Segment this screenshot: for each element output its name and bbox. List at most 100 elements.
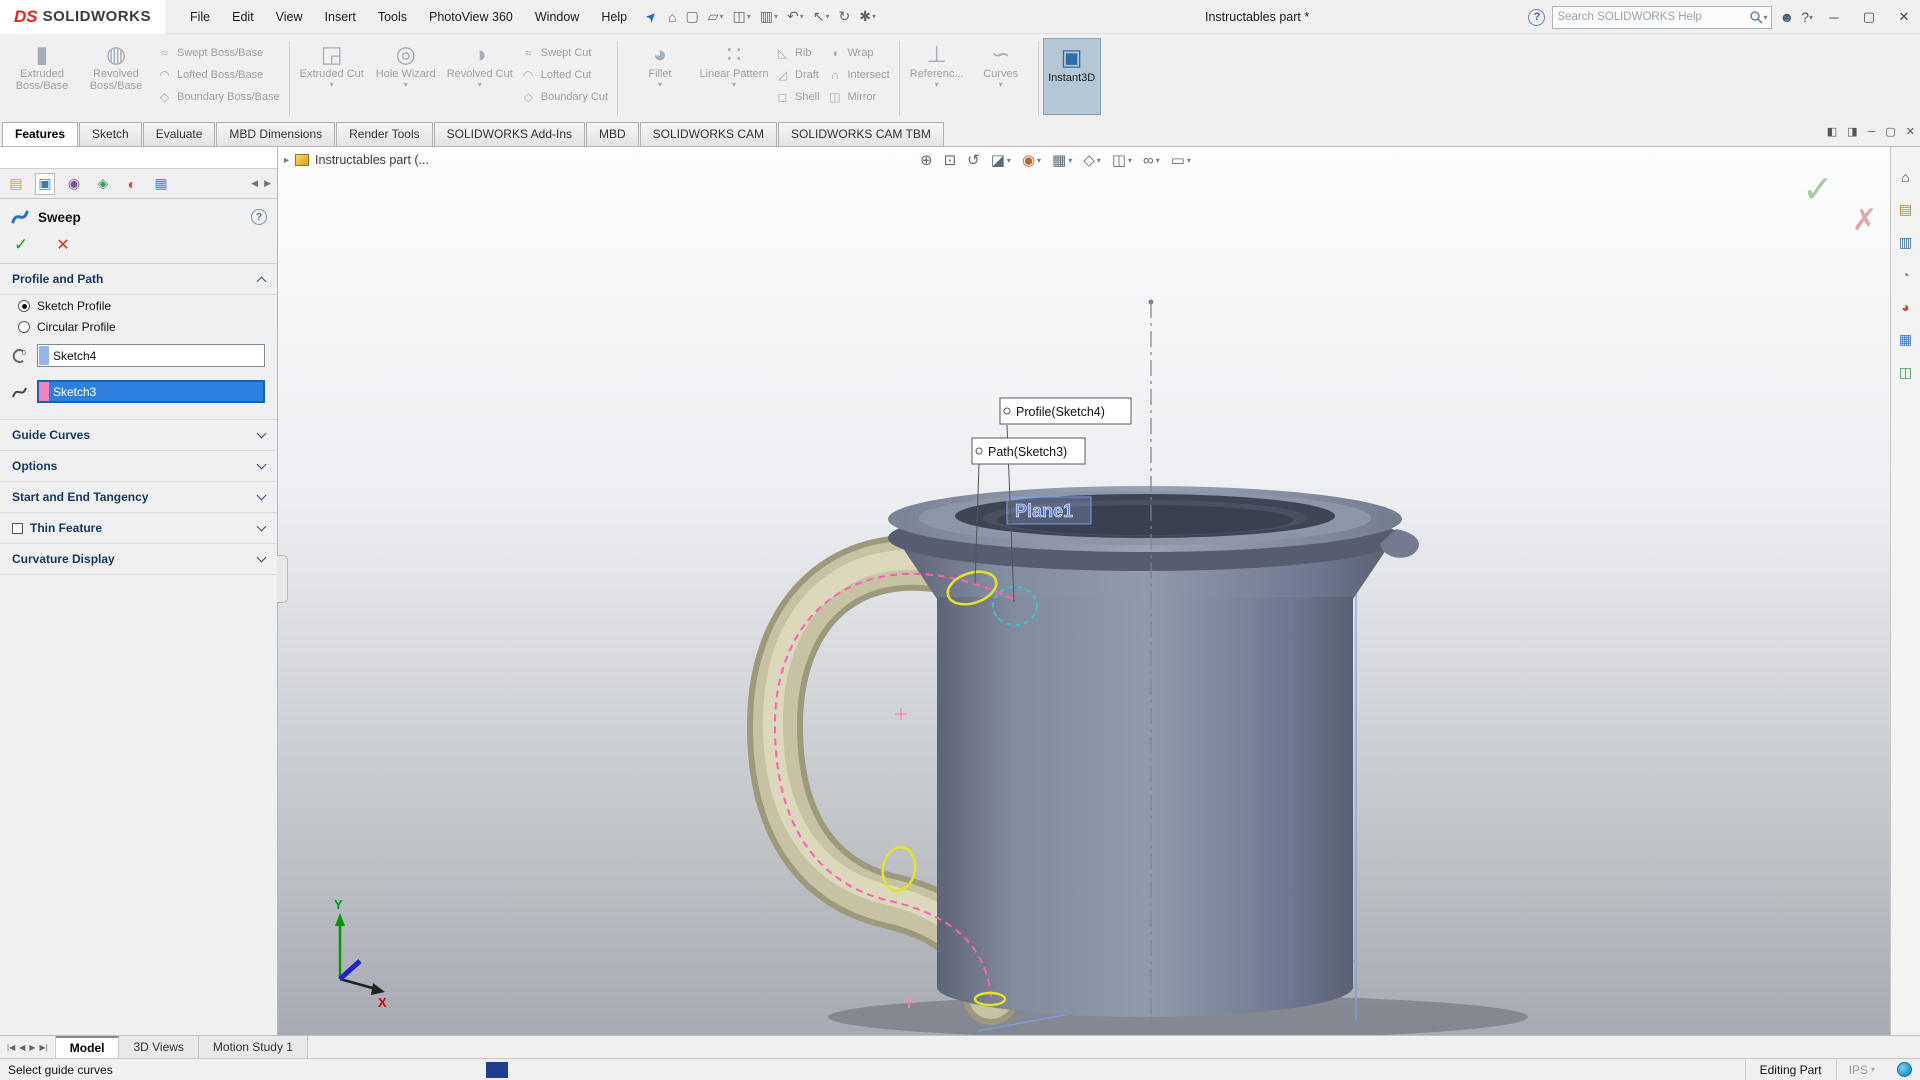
draft-button[interactable]: ◿Draft <box>775 68 819 82</box>
prev-tab-icon[interactable]: ◀ <box>19 1043 25 1052</box>
tab-solidworks-cam[interactable]: SOLIDWORKS CAM <box>640 122 777 146</box>
propertymanager-tab-icon[interactable]: ▣ <box>35 173 55 195</box>
tab-motion-study-1[interactable]: Motion Study 1 <box>199 1036 308 1058</box>
breadcrumb-expander-icon[interactable]: ▸ <box>284 155 289 166</box>
globe-icon[interactable] <box>1897 1062 1912 1077</box>
curves-button[interactable]: ∽ Curves ▾ <box>969 36 1033 121</box>
linear-pattern-button[interactable]: ∷ Linear Pattern ▾ <box>697 36 771 121</box>
tab-features[interactable]: Features <box>2 122 78 146</box>
pin-menu-icon[interactable]: ➤ <box>642 7 661 26</box>
display-style-icon[interactable]: ◫▾ <box>1112 151 1132 169</box>
breadcrumb-text[interactable]: Instructables part (... <box>315 153 429 167</box>
menu-tools[interactable]: Tools <box>367 0 418 34</box>
section-profile-and-path[interactable]: Profile and Path <box>0 264 277 295</box>
open-document-icon[interactable]: ▱▾ <box>705 5 727 29</box>
section-view-icon[interactable]: ◪▾ <box>991 151 1011 169</box>
rib-button[interactable]: ◺Rib <box>775 46 819 60</box>
tab-mbd-dimensions[interactable]: MBD Dimensions <box>216 122 335 146</box>
hide-show-items-icon[interactable]: ∞▾ <box>1143 152 1160 169</box>
shell-button[interactable]: ◻Shell <box>775 90 819 104</box>
tab-sketch[interactable]: Sketch <box>79 122 142 146</box>
custom-properties-icon[interactable]: ▦ <box>1899 331 1912 348</box>
boundary-cut-button[interactable]: ◇Boundary Cut <box>521 90 608 104</box>
tab-solidworks-addins[interactable]: SOLIDWORKS Add-Ins <box>434 122 585 146</box>
doc-restore-button[interactable]: ▢ <box>1885 125 1895 138</box>
extruded-boss-button[interactable]: ▮ Extruded Boss/Base <box>5 36 79 121</box>
menu-help[interactable]: Help <box>590 0 638 34</box>
view-orientation-icon[interactable]: ◇▾ <box>1083 151 1101 169</box>
wrap-button[interactable]: ◖Wrap <box>827 46 889 60</box>
extruded-cut-button[interactable]: ◲ Extruded Cut ▾ <box>295 36 369 121</box>
fillet-button[interactable]: ◕ Fillet ▾ <box>623 36 697 121</box>
scroll-left-icon[interactable]: ◀ <box>251 178 258 189</box>
previous-view-icon[interactable]: ↺ <box>967 151 980 169</box>
tab-solidworks-cam-tbm[interactable]: SOLIDWORKS CAM TBM <box>778 122 944 146</box>
lofted-cut-button[interactable]: ◠Lofted Cut <box>521 68 608 82</box>
menu-window[interactable]: Window <box>524 0 590 34</box>
home-icon[interactable]: ⌂ <box>1901 169 1909 185</box>
help-menu-icon[interactable]: ?▾ <box>1801 9 1813 25</box>
select-cursor-icon[interactable]: ↖▾ <box>810 5 833 29</box>
section-curvature-display[interactable]: Curvature Display <box>0 544 277 575</box>
mirror-button[interactable]: ◫Mirror <box>827 90 889 104</box>
section-start-end-tangency[interactable]: Start and End Tangency <box>0 482 277 513</box>
mug-body[interactable] <box>937 597 1353 1017</box>
zoom-area-icon[interactable]: ⊡ <box>944 151 957 169</box>
revolved-boss-button[interactable]: ◍ Revolved Boss/Base <box>79 36 153 121</box>
plane1-label[interactable]: Plane1 <box>1015 501 1073 521</box>
pane-right-icon[interactable]: ◨ <box>1847 125 1857 138</box>
units-selector[interactable]: IPS▾ <box>1836 1059 1887 1080</box>
tab-mbd[interactable]: MBD <box>586 122 639 146</box>
search-icon[interactable] <box>1749 10 1763 24</box>
zoom-fit-icon[interactable]: ⊕ <box>920 151 933 169</box>
cam-tree-tab-icon[interactable]: ▦ <box>151 173 171 195</box>
tab-model[interactable]: Model <box>56 1036 120 1058</box>
new-document-icon[interactable]: ▢ <box>682 5 701 29</box>
intersect-button[interactable]: ∩Intersect <box>827 68 889 82</box>
next-tab-icon[interactable]: ▶ <box>29 1043 35 1052</box>
scroll-right-icon[interactable]: ▶ <box>264 178 271 189</box>
featuremanager-tab-icon[interactable]: ▤ <box>6 173 26 195</box>
view-palette-icon[interactable]: ◔ <box>1901 267 1909 283</box>
user-account-icon[interactable]: ☻ <box>1779 9 1794 25</box>
displaymanager-tab-icon[interactable]: ◐ <box>122 173 142 195</box>
rebuild-icon[interactable]: ↻ <box>835 5 853 29</box>
path-callout[interactable]: Path(Sketch3) <box>972 438 1085 464</box>
circular-profile-radio-row[interactable]: Circular Profile <box>0 316 277 337</box>
sketch-profile-radio-row[interactable]: Sketch Profile <box>0 295 277 316</box>
menu-view[interactable]: View <box>265 0 314 34</box>
cancel-button[interactable]: ✕ <box>56 235 69 255</box>
home-icon[interactable]: ⌂ <box>665 5 679 29</box>
restore-button[interactable]: ▢ <box>1855 4 1883 30</box>
minimize-button[interactable]: ─ <box>1820 4 1848 30</box>
instant3d-button[interactable]: ▣ Instant3D <box>1043 38 1101 115</box>
lofted-boss-button[interactable]: ◠Lofted Boss/Base <box>157 68 280 82</box>
scene-icon[interactable]: ▦▾ <box>1052 151 1072 169</box>
circular-profile-radio[interactable] <box>18 321 30 333</box>
last-tab-icon[interactable]: ▶| <box>40 1043 48 1052</box>
thin-feature-checkbox[interactable] <box>12 523 23 534</box>
menu-file[interactable]: File <box>179 0 221 34</box>
menu-insert[interactable]: Insert <box>314 0 367 34</box>
dimxpertmanager-tab-icon[interactable]: ◈ <box>93 173 113 195</box>
appearances-icon[interactable]: ◉▾ <box>1022 151 1041 169</box>
confirm-cancel-corner[interactable]: ✗ <box>1852 203 1877 238</box>
first-tab-icon[interactable]: |◀ <box>7 1043 15 1052</box>
undo-icon[interactable]: ↶▾ <box>784 5 807 29</box>
hole-wizard-button[interactable]: ◎ Hole Wizard ▾ <box>369 36 443 121</box>
view-settings-icon[interactable]: ▭▾ <box>1171 151 1191 169</box>
3d-scene[interactable]: Plane1 <box>278 147 1890 1035</box>
close-button[interactable]: ✕ <box>1890 4 1918 30</box>
swept-boss-button[interactable]: ≈Swept Boss/Base <box>157 46 280 60</box>
menu-photoview360[interactable]: PhotoView 360 <box>418 0 524 34</box>
pane-left-icon[interactable]: ◧ <box>1827 125 1837 138</box>
ok-button[interactable]: ✓ <box>14 235 28 255</box>
section-thin-feature[interactable]: Thin Feature <box>0 513 277 544</box>
sketch-profile-radio[interactable] <box>18 300 30 312</box>
chevron-down-icon[interactable]: ▾ <box>1763 13 1767 22</box>
boundary-boss-button[interactable]: ◇Boundary Boss/Base <box>157 90 280 104</box>
doc-close-button[interactable]: ✕ <box>1906 125 1915 138</box>
search-input[interactable] <box>1557 11 1749 23</box>
reference-geometry-button[interactable]: ⊥ Referenc... ▾ <box>905 36 969 121</box>
graphics-area[interactable]: ▸ Instructables part (... ⊕ ⊡ ↺ ◪▾ ◉▾ ▦▾… <box>278 147 1890 1035</box>
